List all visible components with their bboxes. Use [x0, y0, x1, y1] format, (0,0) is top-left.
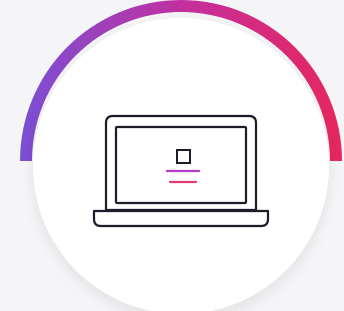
feature-illustration: [0, 0, 344, 311]
white-circle: [33, 18, 329, 311]
laptop-badge: [0, 0, 344, 311]
